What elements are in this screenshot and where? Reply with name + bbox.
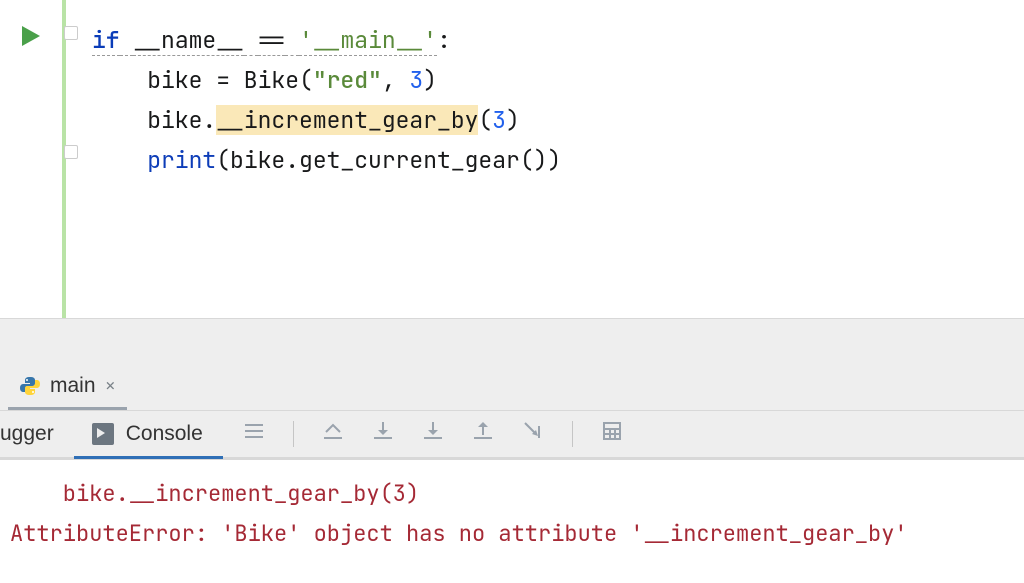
separator	[572, 421, 573, 447]
console-output[interactable]: bike.__increment_gear_by(3) AttributeErr…	[0, 460, 1024, 554]
step-into-icon[interactable]	[372, 420, 394, 449]
console-tab[interactable]: Console	[74, 413, 223, 459]
separator	[293, 421, 294, 447]
dunder-name: __name__	[133, 25, 243, 56]
code-line-3[interactable]: bike.__increment_gear_by(3)	[92, 100, 561, 140]
evaluate-icon[interactable]	[601, 420, 623, 449]
string-main: '__main__'	[299, 25, 437, 56]
code-line-2[interactable]: bike = Bike("red", 3)	[92, 60, 561, 100]
number-3: 3	[409, 65, 423, 95]
python-icon	[20, 376, 40, 396]
console-icon	[92, 423, 114, 445]
editor-area: if __name__ == '__main__': bike = Bike("…	[0, 0, 1024, 318]
builtin-print: print	[147, 145, 216, 175]
run-to-cursor-icon[interactable]	[522, 420, 544, 449]
error-message: AttributeError: 'Bike' object has no att…	[10, 514, 1024, 554]
step-over-icon[interactable]	[322, 420, 344, 449]
step-out-icon[interactable]	[472, 420, 494, 449]
fold-marker-icon[interactable]	[64, 145, 78, 159]
run-icon[interactable]	[22, 26, 40, 52]
code-line-4[interactable]: print(bike.get_current_gear())	[92, 140, 561, 180]
number-3: 3	[492, 105, 506, 135]
keyword-if: if	[92, 25, 120, 56]
code-line-1[interactable]: if __name__ == '__main__':	[92, 20, 561, 60]
code-content[interactable]: if __name__ == '__main__': bike = Bike("…	[78, 0, 561, 318]
gutter-actions	[0, 0, 62, 318]
traceback-line: bike.__increment_gear_by(3)	[10, 474, 1024, 514]
run-tab-label: main	[50, 374, 96, 398]
debug-toolbar	[223, 420, 623, 449]
gutter-strip	[62, 0, 78, 318]
panel-resize-bar[interactable]	[0, 318, 1024, 364]
run-tab-main[interactable]: main ✕	[8, 364, 127, 410]
debugger-tab[interactable]: ugger	[0, 411, 74, 457]
step-into-my-icon[interactable]	[422, 420, 444, 449]
run-tool-tabs: main ✕	[0, 364, 1024, 410]
lines-icon[interactable]	[243, 420, 265, 449]
string-red: "red"	[313, 65, 382, 95]
debugger-tool-row: ugger Console	[0, 410, 1024, 460]
highlighted-method: __increment_gear_by	[216, 105, 478, 135]
fold-marker-icon[interactable]	[64, 26, 78, 40]
close-icon[interactable]: ✕	[106, 375, 116, 396]
